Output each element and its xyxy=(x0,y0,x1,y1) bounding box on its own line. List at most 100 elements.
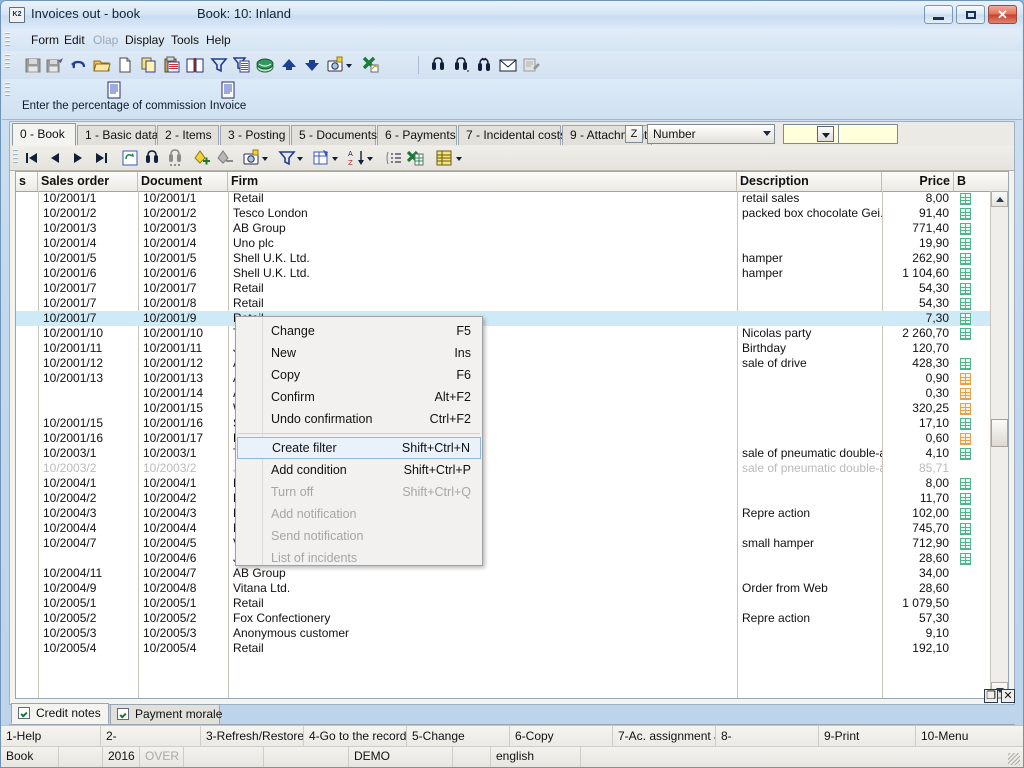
tab-items[interactable]: 2 - Items xyxy=(157,125,219,145)
table-row[interactable]: 10/2001/2 10/2001/2 Tesco London packed box… xyxy=(16,206,991,221)
filter-icon[interactable] xyxy=(278,149,296,167)
scroll-up-button[interactable] xyxy=(991,191,1008,207)
invoice-button[interactable]: Invoice xyxy=(198,81,258,112)
table-row[interactable]: 10/2001/7 10/2001/7 Retail 54,30 xyxy=(16,281,991,296)
find-next-icon[interactable] xyxy=(453,56,471,74)
fkey-2[interactable]: 2- xyxy=(101,726,201,747)
panel-restore-button[interactable]: ❐ xyxy=(984,689,998,703)
undo-icon[interactable] xyxy=(70,56,88,74)
sort-az-icon[interactable]: AZ xyxy=(348,149,366,167)
extra-input[interactable] xyxy=(838,124,898,144)
table-row[interactable]: 10/2001/6 10/2001/6 Shell U.K. Ltd. hamper 1… xyxy=(16,266,991,281)
sort-dropdown-icon[interactable] xyxy=(365,149,375,167)
table-row[interactable]: 10/2004/6John28,60 xyxy=(16,551,991,566)
scrollbar-thumb[interactable] xyxy=(991,419,1008,447)
first-record-icon[interactable] xyxy=(23,149,41,167)
grid-settings-dropdown-icon[interactable] xyxy=(330,149,340,167)
context-menu-item[interactable]: New Ins xyxy=(237,342,481,364)
delete-record-icon[interactable] xyxy=(216,149,234,167)
table-row[interactable]: 10/2004/9 10/2004/8 Vitana Ltd. Order from … xyxy=(16,581,991,596)
table-row[interactable]: 10/2001/4 10/2001/4 Uno plc 19,90 xyxy=(16,236,991,251)
next-record-icon[interactable] xyxy=(69,149,87,167)
minimize-button[interactable] xyxy=(924,5,953,24)
table-row[interactable]: 10/2001/5 10/2001/5 Shell U.K. Ltd. hamper 2… xyxy=(16,251,991,266)
find-icon[interactable] xyxy=(144,149,162,167)
up-arrow-icon[interactable] xyxy=(280,56,298,74)
search-dropdown-button[interactable] xyxy=(817,126,834,142)
fkey-10-menu[interactable]: 10-Menu xyxy=(916,726,1024,747)
copy-icon[interactable] xyxy=(140,56,158,74)
fkey-6-copy[interactable]: 6-Copy xyxy=(510,726,613,747)
bottom-tab-credit-notes[interactable]: Credit notes xyxy=(11,703,109,724)
note-icon[interactable] xyxy=(522,56,540,74)
sort-combo[interactable]: Number xyxy=(647,124,775,144)
paste-icon[interactable] xyxy=(163,56,181,74)
camera-icon[interactable] xyxy=(327,56,345,74)
bigbar-grip[interactable] xyxy=(5,82,10,98)
previous-record-icon[interactable] xyxy=(46,149,64,167)
tab-documents[interactable]: 5 - Documents xyxy=(291,125,377,145)
context-menu-item[interactable]: Change F5 xyxy=(237,320,481,342)
close-button[interactable]: ✕ xyxy=(988,5,1017,24)
tab-basic-data[interactable]: 1 - Basic data xyxy=(77,125,158,145)
column-header-document[interactable]: Document xyxy=(138,172,228,191)
column-header-firm[interactable]: Firm xyxy=(228,172,737,191)
context-menu-item[interactable]: Add condition Shift+Ctrl+P xyxy=(237,459,481,481)
menu-grip[interactable] xyxy=(5,32,10,48)
save-icon[interactable] xyxy=(24,56,42,74)
context-menu-item[interactable]: Copy F6 xyxy=(237,364,481,386)
save-as-icon[interactable] xyxy=(46,56,64,74)
maximize-button[interactable] xyxy=(956,5,985,24)
table-view-dropdown-icon[interactable] xyxy=(454,149,464,167)
bottom-tab-payment-morale[interactable]: Payment morale xyxy=(110,704,222,724)
filter-document-icon[interactable] xyxy=(232,56,251,74)
table-row[interactable]: 10/2005/3 10/2005/3 Anonymous customer 9,10 xyxy=(16,626,991,641)
tab-posting[interactable]: 3 - Posting xyxy=(220,125,290,145)
vertical-scrollbar[interactable] xyxy=(990,191,1008,698)
refresh-icon[interactable] xyxy=(121,149,139,167)
filter-dropdown-icon[interactable] xyxy=(295,149,305,167)
fkey-3-refresh[interactable]: 3-Refresh/Restore xyxy=(201,726,304,747)
table-row[interactable]: 10/2004/310/2004/3Fox Repre action102,00 xyxy=(16,506,991,521)
table-row[interactable]: 10/2001/710/2001/9Retail7,30 xyxy=(16,311,991,326)
window-resizer[interactable] xyxy=(1008,753,1020,765)
table-view-icon[interactable] xyxy=(435,149,453,167)
table-row[interactable]: 10/2001/1210/2001/12AB Gsale of drive428… xyxy=(16,356,991,371)
column-header-s[interactable]: s xyxy=(16,172,38,191)
fkey-1-help[interactable]: 1-Help xyxy=(1,726,101,747)
context-menu-item[interactable]: Undo confirmation Ctrl+F2 xyxy=(237,408,481,430)
fkey-7-assignment[interactable]: 7-Ac. assignment an xyxy=(613,726,716,747)
table-row[interactable]: 10/2005/4 10/2005/4 Retail 192,10 xyxy=(16,641,991,656)
gridtoolbar-grip[interactable] xyxy=(13,149,18,165)
menu-item-help[interactable]: Help xyxy=(201,32,236,48)
table-row[interactable]: 10/2001/14AB G0,30 xyxy=(16,386,991,401)
search-input[interactable] xyxy=(783,124,845,144)
book-icon[interactable] xyxy=(186,56,204,74)
table-row[interactable]: 10/2003/110/2003/1Tradsale of pneumatic … xyxy=(16,446,991,461)
table-row[interactable]: 10/2001/1 10/2001/1 Retail retail sales 8,00 xyxy=(16,191,991,206)
table-row[interactable]: 10/2004/710/2004/5Vitansmall hamper712,9… xyxy=(16,536,991,551)
camera-icon[interactable] xyxy=(243,149,261,167)
z-button[interactable]: Z xyxy=(625,125,643,143)
table-row[interactable]: 10/2001/1510/2001/16Sour17,10 xyxy=(16,416,991,431)
table-row[interactable]: 10/2004/11 10/2004/7 AB Group 34,00 xyxy=(16,566,991,581)
table-row[interactable]: 10/2001/1110/2001/11JohnBirthday120,70 xyxy=(16,341,991,356)
fkey-4-goto[interactable]: 4-Go to the record xyxy=(304,726,407,747)
column-header-price[interactable]: Price xyxy=(882,172,954,191)
table-row[interactable]: 10/2001/7 10/2001/8 Retail 54,30 xyxy=(16,296,991,311)
find-all-icon[interactable] xyxy=(476,56,494,74)
tab-payments[interactable]: 6 - Payments xyxy=(377,125,457,145)
fkey-8[interactable]: 8- xyxy=(716,726,819,747)
export-excel-icon[interactable] xyxy=(362,56,380,74)
table-row[interactable]: 10/2004/110/2004/1Reta8,00 xyxy=(16,476,991,491)
table-row[interactable]: 10/2001/1610/2001/17Dem0,60 xyxy=(16,431,991,446)
fkey-9-print[interactable]: 9-Print xyxy=(819,726,916,747)
filter-icon[interactable] xyxy=(210,56,228,74)
open-folder-icon[interactable] xyxy=(93,56,111,74)
grid-settings-icon[interactable] xyxy=(313,149,331,167)
table-row[interactable]: 10/2001/15WOR320,25 xyxy=(16,401,991,416)
table-row[interactable]: 10/2005/2 10/2005/2 Fox Confectionery Repre… xyxy=(16,611,991,626)
menu-item-display[interactable]: Display xyxy=(120,32,169,48)
context-menu-item[interactable]: Create filter Shift+Ctrl+N xyxy=(237,437,481,459)
last-record-icon[interactable] xyxy=(92,149,110,167)
